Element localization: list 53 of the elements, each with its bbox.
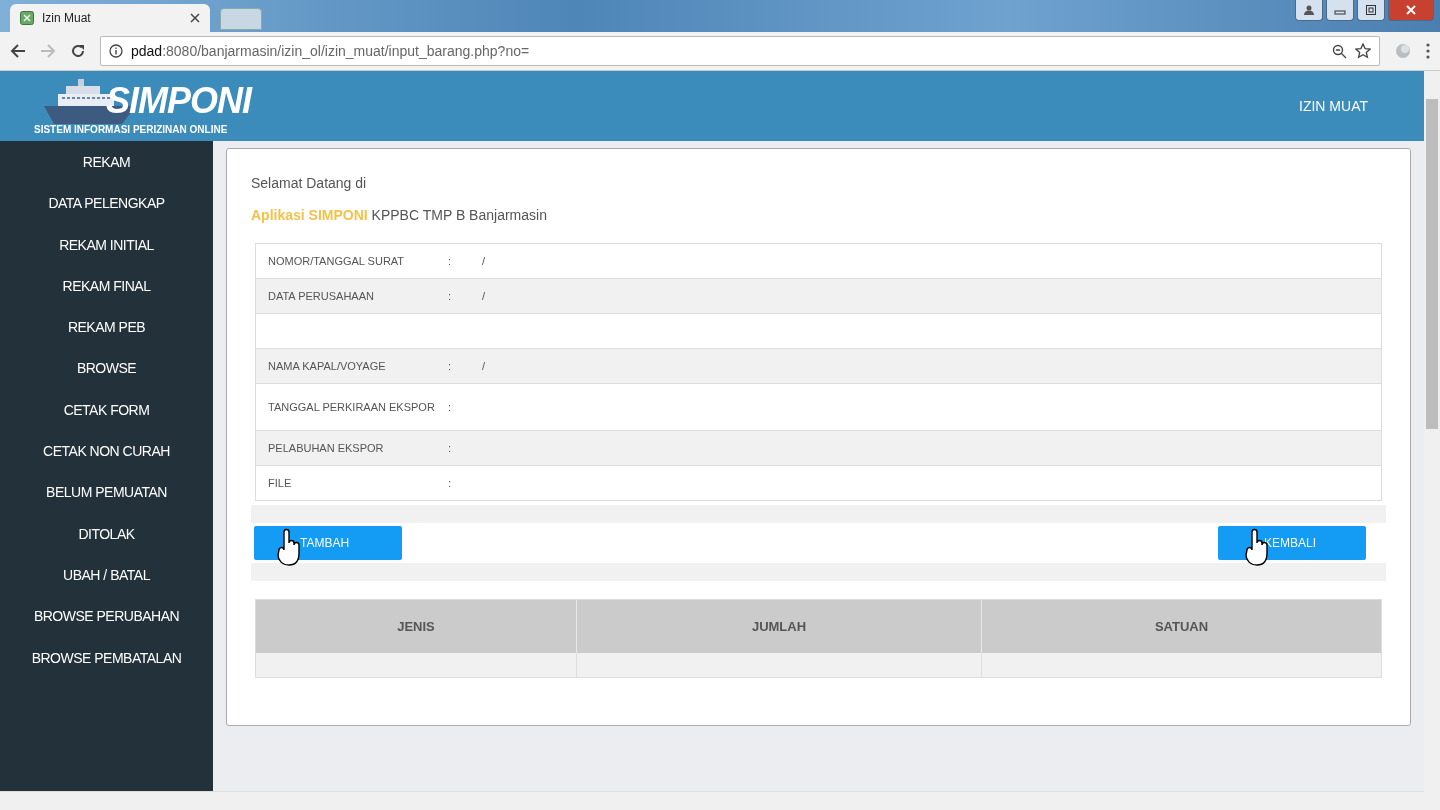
column-header: JENIS bbox=[396, 618, 436, 636]
back-icon[interactable] bbox=[10, 43, 26, 59]
field-label: DATA PERUSAHAAN bbox=[267, 290, 375, 302]
sidebar-item[interactable]: DITOLAK bbox=[0, 524, 213, 566]
sidebar-item[interactable]: REKAM FINAL bbox=[0, 276, 213, 319]
address-bar[interactable]: pdad:8080/banjarmasin/izin_ol/izin_muat/input_barang.php?no= bbox=[100, 36, 1380, 66]
app-title: Aplikasi SIMPONI KPPBC TMP B Banjarmasin bbox=[251, 207, 548, 223]
page-favicon-icon bbox=[20, 11, 34, 25]
user-profile-button[interactable] bbox=[1295, 0, 1323, 21]
close-icon bbox=[1405, 4, 1417, 16]
welcome-text: Selamat Datang di bbox=[251, 175, 368, 191]
field-separator: : bbox=[448, 255, 453, 267]
sidebar-item[interactable]: BROWSE PEMBATALAN bbox=[0, 648, 213, 690]
field-label: PELABUHAN EKSPOR bbox=[267, 442, 385, 454]
field-value: / bbox=[482, 360, 486, 372]
restore-icon bbox=[1365, 4, 1377, 16]
field-value: / bbox=[482, 290, 486, 302]
logo-subtitle: SISTEM INFORMASI PERIZINAN ONLINE bbox=[34, 124, 228, 135]
nav-link[interactable]: IZIN MUAT bbox=[1299, 98, 1368, 114]
field-separator: : bbox=[448, 360, 453, 372]
reload-icon[interactable] bbox=[70, 43, 86, 59]
logo-title: SIMPONI bbox=[106, 80, 251, 122]
close-tab-icon[interactable] bbox=[190, 13, 200, 23]
field-label: TANGGAL PERKIRAAN EKSPOR bbox=[267, 401, 436, 413]
browser-tab[interactable]: Izin Muat bbox=[10, 4, 210, 32]
field-value: / bbox=[482, 255, 486, 267]
field-separator: : bbox=[448, 290, 453, 302]
minimize-button[interactable] bbox=[1326, 0, 1354, 21]
bookmark-star-icon[interactable] bbox=[1355, 43, 1371, 59]
field-label: NOMOR/TANGGAL SURAT bbox=[267, 255, 406, 267]
maximize-button[interactable] bbox=[1357, 0, 1385, 21]
close-window-button[interactable] bbox=[1388, 0, 1434, 21]
sidebar-item[interactable]: REKAM INITIAL bbox=[0, 235, 213, 277]
horizontal-scrollbar[interactable] bbox=[0, 791, 1424, 810]
zoom-out-icon[interactable] bbox=[1332, 43, 1347, 59]
menu-icon[interactable] bbox=[1426, 43, 1430, 59]
field-separator: : bbox=[448, 401, 453, 413]
field-separator: : bbox=[448, 477, 453, 489]
sidebar-item[interactable]: CETAK FORM bbox=[0, 400, 213, 443]
field-label: FILE bbox=[267, 477, 293, 489]
sidebar-item[interactable]: UBAH / BATAL bbox=[0, 565, 213, 608]
sidebar-item[interactable]: BROWSE PERUBAHAN bbox=[0, 607, 213, 649]
person-icon bbox=[1303, 4, 1315, 16]
sidebar-item[interactable]: BROWSE bbox=[0, 359, 213, 401]
field-label: NAMA KAPAL/VOYAGE bbox=[267, 360, 387, 372]
field-separator: : bbox=[448, 442, 453, 454]
info-icon[interactable] bbox=[109, 44, 123, 58]
sidebar-item[interactable]: REKAM PEB bbox=[0, 318, 213, 360]
sidebar-item[interactable]: BELUM PEMUATAN bbox=[0, 483, 213, 525]
sidebar-item[interactable]: REKAM bbox=[0, 153, 213, 195]
sidebar-item[interactable]: DATA PELENGKAP bbox=[0, 194, 213, 236]
sidebar-item[interactable]: CETAK NON CURAH bbox=[0, 442, 213, 484]
vertical-scrollbar[interactable] bbox=[1424, 71, 1440, 810]
